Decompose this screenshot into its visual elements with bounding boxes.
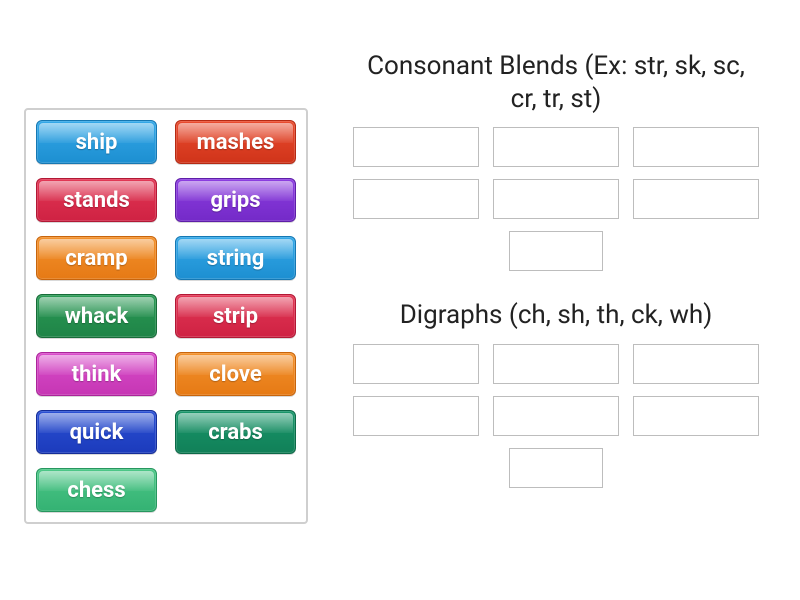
word-tile[interactable]: ship [36,120,157,164]
drop-slot[interactable] [633,344,759,384]
drop-slot[interactable] [633,396,759,436]
word-tile-label: clove [209,362,261,387]
word-tile-label: string [207,246,265,271]
word-bank: ship mashes stands grips cramp string wh… [24,108,308,524]
drop-slot[interactable] [493,396,619,436]
word-tile[interactable]: grips [175,178,296,222]
word-tile-label: ship [76,130,118,155]
drop-slot[interactable] [353,396,479,436]
category-title-blends: Consonant Blends (Ex: str, sk, sc, cr, t… [336,50,776,115]
drop-slot[interactable] [633,127,759,167]
word-tile[interactable]: mashes [175,120,296,164]
drop-slot[interactable] [493,127,619,167]
word-tile-label: chess [67,478,125,503]
word-tile-label: quick [70,420,124,445]
word-tile[interactable]: stands [36,178,157,222]
drop-slot[interactable] [509,231,603,271]
drop-slot[interactable] [353,127,479,167]
word-tile-label: stands [63,188,130,213]
word-tile-label: mashes [197,130,275,155]
drop-slot[interactable] [633,179,759,219]
word-tile[interactable]: whack [36,294,157,338]
word-tile[interactable]: think [36,352,157,396]
word-tile[interactable]: crabs [175,410,296,454]
drop-slot[interactable] [353,344,479,384]
word-tile-label: think [72,362,122,387]
word-tile-label: cramp [65,246,127,271]
drop-slot[interactable] [509,448,603,488]
word-tile[interactable]: clove [175,352,296,396]
category-title-digraphs: Digraphs (ch, sh, th, ck, wh) [336,299,776,332]
word-tile[interactable]: cramp [36,236,157,280]
drop-slot[interactable] [353,179,479,219]
drop-area: Consonant Blends (Ex: str, sk, sc, cr, t… [336,50,776,516]
word-tile-label: strip [213,304,258,329]
drop-slot[interactable] [493,344,619,384]
word-tile[interactable]: strip [175,294,296,338]
word-tile-label: grips [210,188,260,213]
word-tile[interactable]: quick [36,410,157,454]
word-tile-label: crabs [208,420,263,445]
word-tile[interactable]: string [175,236,296,280]
drop-slot[interactable] [493,179,619,219]
word-tile-label: whack [65,304,128,329]
category-slots-digraphs [336,344,776,488]
category-slots-blends [336,127,776,271]
word-tile[interactable]: chess [36,468,157,512]
